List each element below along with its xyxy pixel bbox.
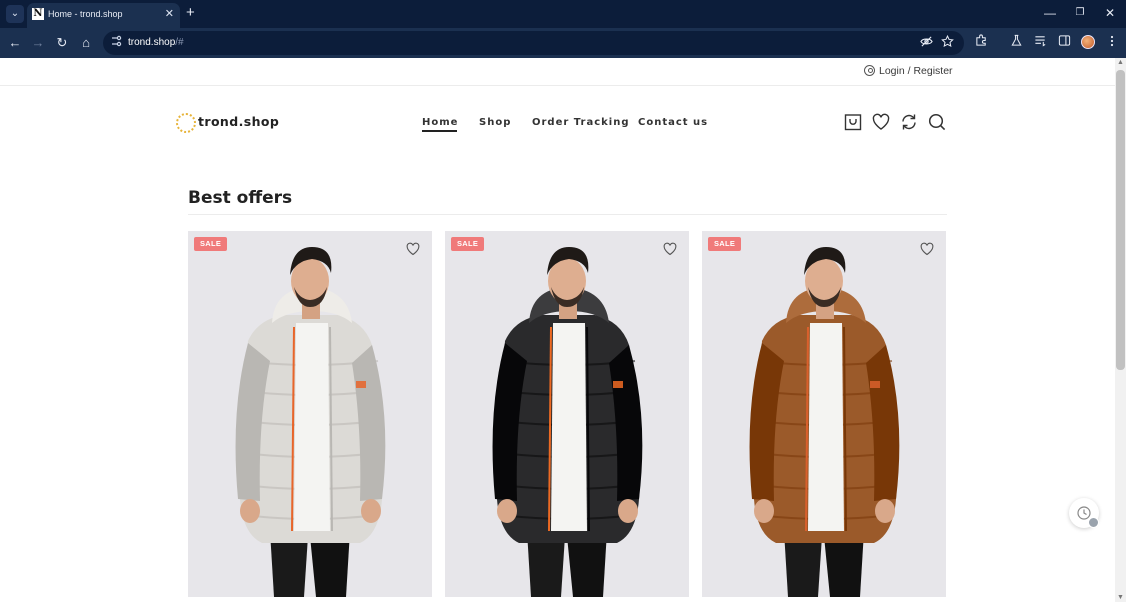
- nav-contact-us[interactable]: Contact us: [638, 116, 708, 130]
- wishlist-heart-icon[interactable]: [406, 242, 420, 256]
- cart-icon[interactable]: [844, 113, 862, 131]
- wishlist-icon[interactable]: [872, 113, 890, 131]
- product-card[interactable]: SALE: [445, 231, 689, 597]
- sale-badge: SALE: [451, 237, 485, 251]
- profile-avatar[interactable]: [1081, 35, 1095, 49]
- web-page: Login / Register trond.shop Home Shop Or…: [0, 58, 1115, 602]
- product-image[interactable]: [188, 231, 432, 597]
- site-info-icon[interactable]: [110, 35, 122, 52]
- url-path: /#: [175, 37, 184, 48]
- wishlist-heart-icon[interactable]: [663, 242, 677, 256]
- product-card[interactable]: SALE: [188, 231, 432, 597]
- labs-icon[interactable]: [1007, 34, 1025, 52]
- home-button[interactable]: ⌂: [77, 34, 95, 52]
- wishlist-heart-icon[interactable]: [920, 242, 934, 256]
- logo-text: trond.shop: [198, 114, 280, 129]
- minimize-button[interactable]: —: [1040, 5, 1060, 21]
- address-bar[interactable]: trond.shop/#: [103, 31, 964, 55]
- extensions-icon[interactable]: [972, 34, 990, 52]
- top-bar-divider: [0, 85, 1115, 86]
- side-panel-icon[interactable]: [1055, 34, 1073, 52]
- product-image[interactable]: [702, 231, 946, 597]
- nav-order-tracking[interactable]: Order Tracking: [532, 116, 629, 130]
- tab-search-button[interactable]: ⌄: [6, 5, 24, 23]
- login-label: Login / Register: [879, 65, 953, 77]
- browser-tab[interactable]: N Home - trond.shop ✕: [27, 3, 180, 28]
- url-host: trond.shop: [128, 37, 176, 48]
- search-icon[interactable]: [928, 113, 946, 131]
- restore-button[interactable]: ❐: [1070, 5, 1090, 21]
- section-divider: [188, 214, 947, 215]
- browser-toolbar: ← → ↻ ⌂ trond.shop/#: [0, 28, 1126, 58]
- reading-list-icon[interactable]: [1031, 34, 1049, 52]
- compare-icon[interactable]: [900, 113, 918, 131]
- page-scrollbar[interactable]: ▲ ▼: [1115, 58, 1126, 602]
- sale-badge: SALE: [708, 237, 742, 251]
- product-image[interactable]: [445, 231, 689, 597]
- window-close-button[interactable]: ✕: [1100, 5, 1120, 21]
- logo-sun-icon: [176, 113, 196, 133]
- user-icon: [864, 65, 875, 76]
- nav-shop[interactable]: Shop: [479, 116, 511, 130]
- eye-off-icon[interactable]: [920, 35, 933, 52]
- browser-tab-strip: ⌄ N Home - trond.shop ✕ + — ❐ ✕: [0, 0, 1126, 28]
- tab-title: Home - trond.shop: [48, 9, 123, 19]
- favicon-icon: N: [32, 8, 44, 20]
- tab-close-icon[interactable]: ✕: [165, 7, 174, 21]
- section-title: Best offers: [188, 188, 293, 208]
- nav-home[interactable]: Home: [422, 116, 458, 132]
- login-register-link[interactable]: Login / Register: [864, 65, 953, 77]
- menu-icon[interactable]: [1103, 34, 1121, 52]
- new-tab-button[interactable]: +: [186, 5, 195, 21]
- star-icon[interactable]: [941, 34, 954, 52]
- settings-badge-icon: [1088, 517, 1099, 528]
- scroll-down-arrow-icon[interactable]: ▼: [1117, 594, 1124, 601]
- url-text: trond.shop/#: [128, 36, 184, 50]
- forward-button[interactable]: →: [29, 34, 47, 52]
- product-card[interactable]: SALE: [702, 231, 946, 597]
- sale-badge: SALE: [194, 237, 228, 251]
- reload-button[interactable]: ↻: [53, 34, 71, 52]
- scroll-thumb[interactable]: [1116, 70, 1125, 370]
- back-button[interactable]: ←: [6, 34, 24, 52]
- scroll-up-arrow-icon[interactable]: ▲: [1117, 59, 1124, 66]
